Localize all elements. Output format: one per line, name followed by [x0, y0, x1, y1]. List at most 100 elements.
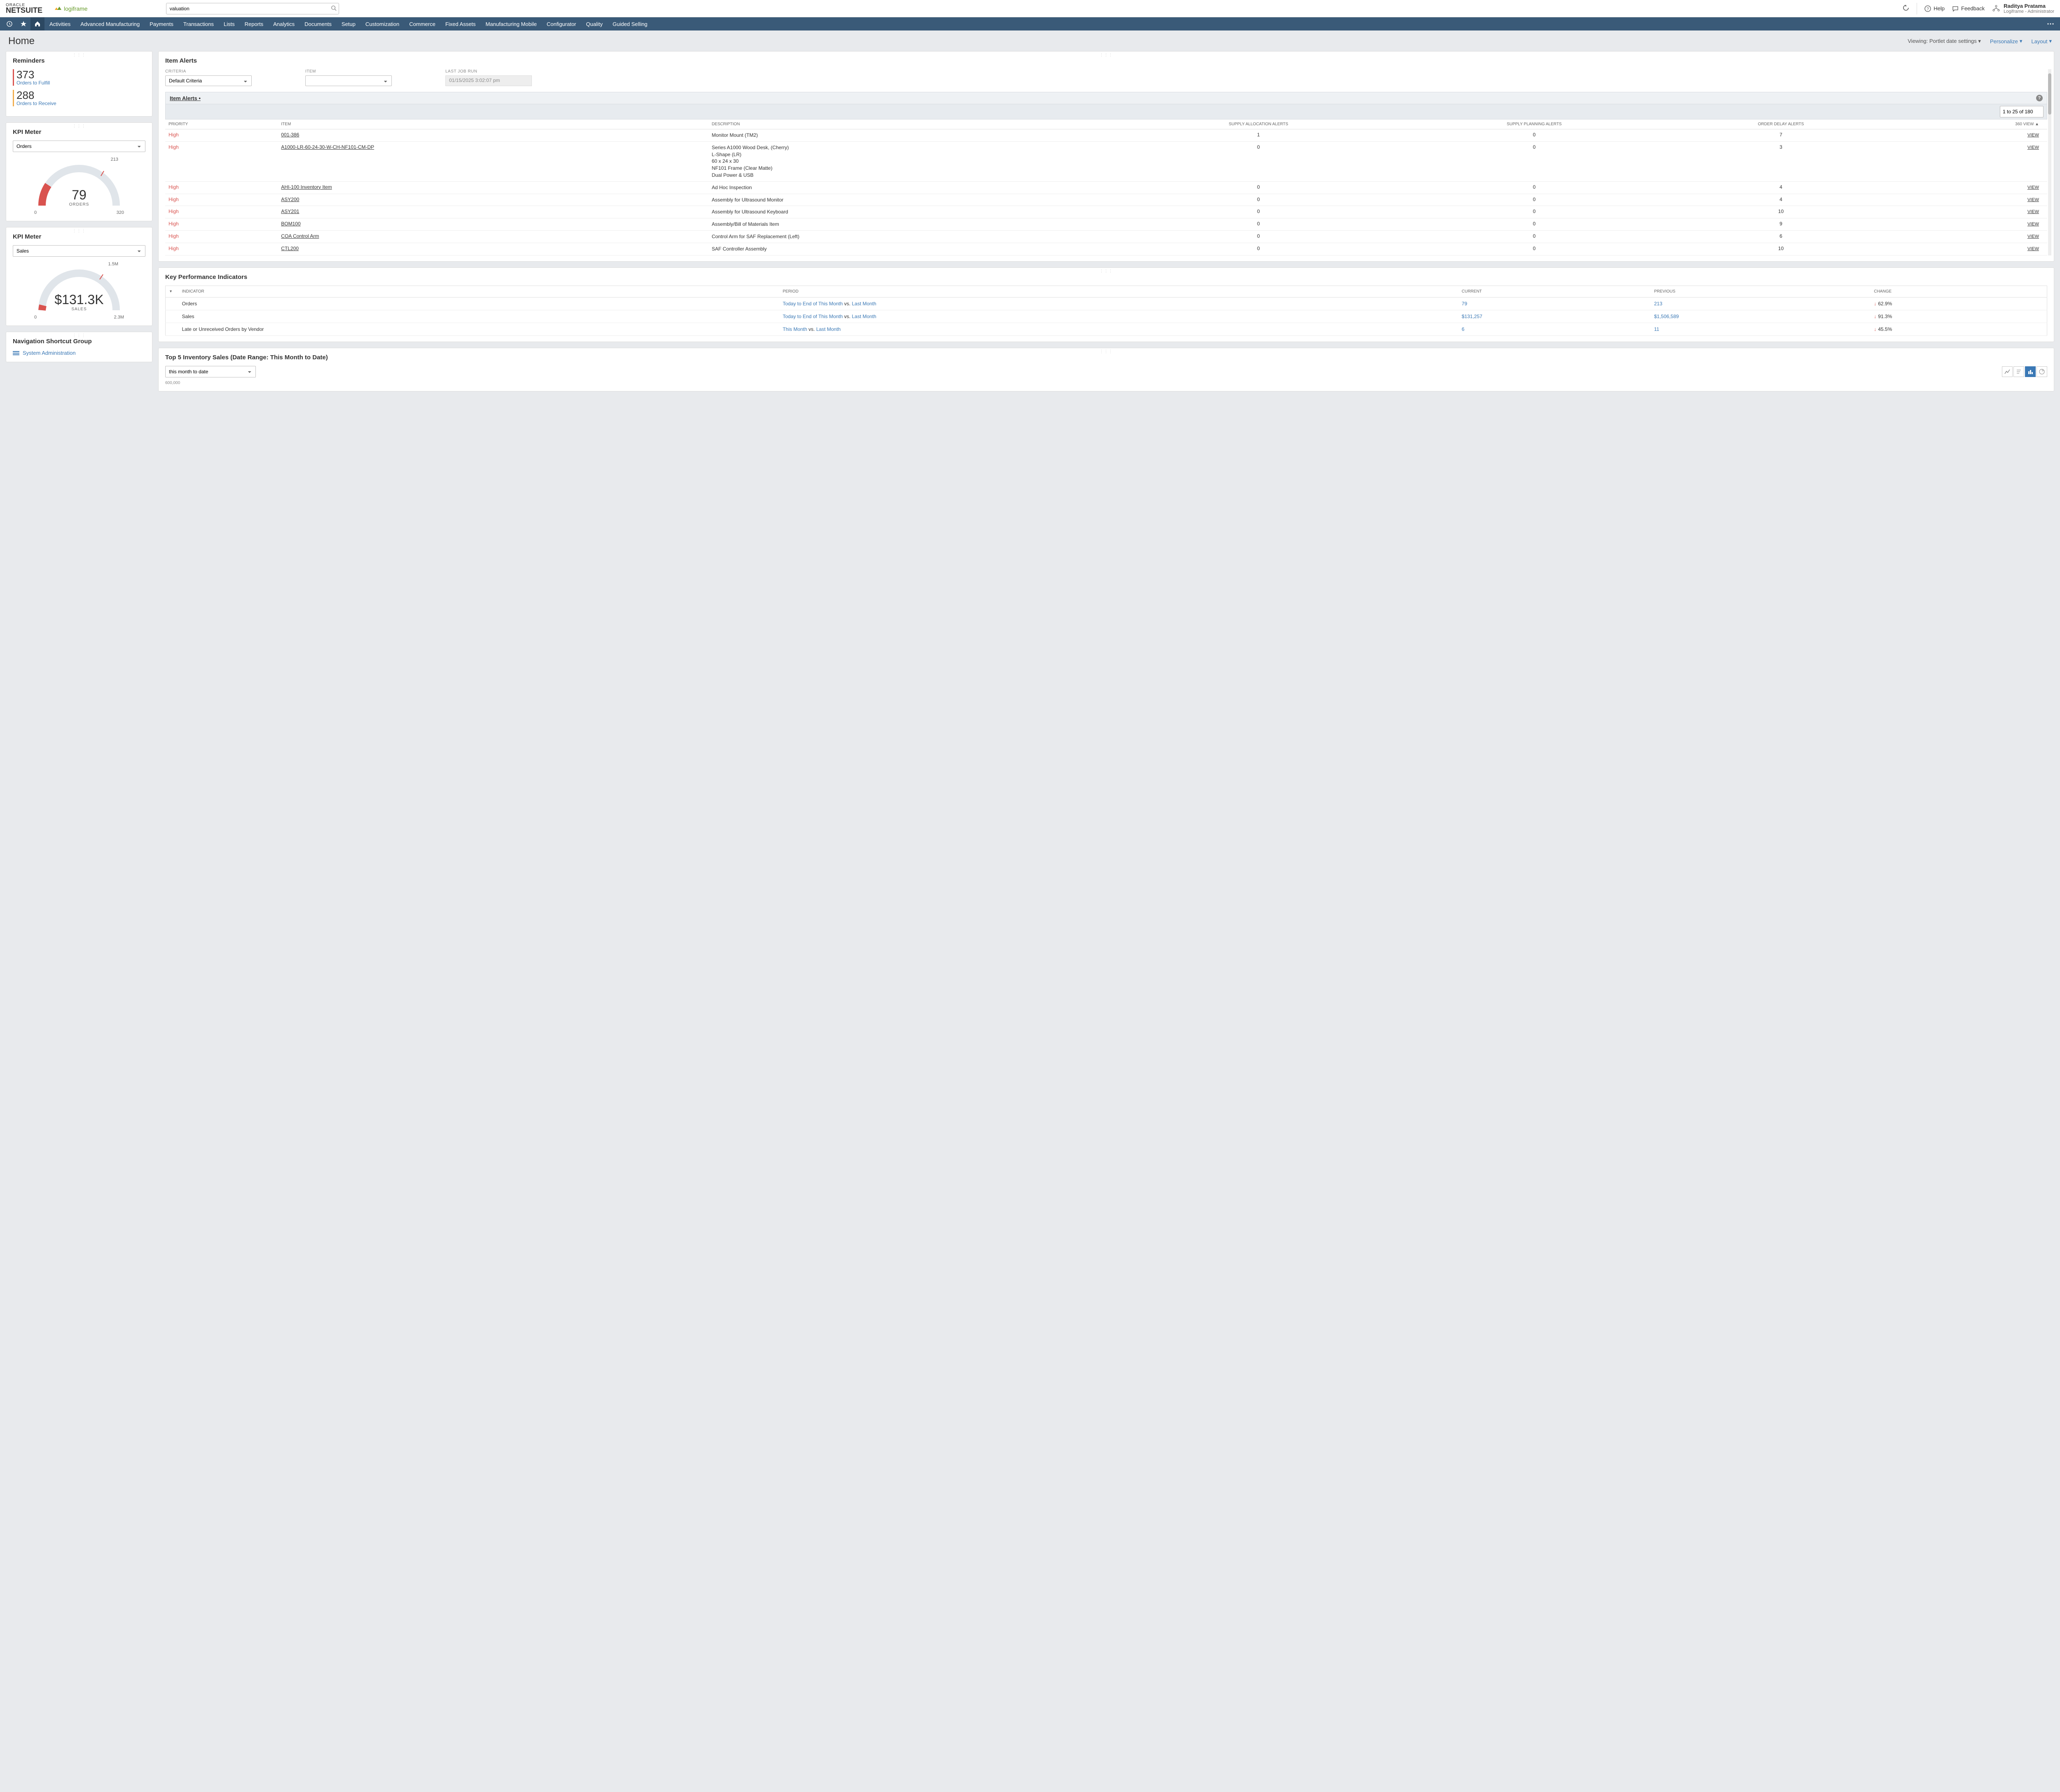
nav-more-icon[interactable]: [2044, 17, 2058, 30]
kpi-metric-select[interactable]: Orders: [13, 141, 145, 152]
drag-handle-icon[interactable]: ⋮⋮⋮: [73, 333, 86, 338]
period-link[interactable]: This Month: [783, 326, 807, 332]
drag-handle-icon[interactable]: ⋮⋮⋮: [1100, 53, 1113, 57]
view-link[interactable]: VIEW: [2027, 222, 2039, 227]
drag-handle-icon[interactable]: ⋮⋮⋮: [73, 124, 86, 129]
viewing-label[interactable]: Viewing: Portlet date settings ▾: [1908, 38, 1981, 45]
view-link[interactable]: VIEW: [2027, 197, 2039, 202]
view-link[interactable]: VIEW: [2027, 246, 2039, 251]
indicator-cell: Sales: [178, 310, 779, 323]
item-link[interactable]: ASY201: [281, 208, 299, 214]
chart-list-icon[interactable]: [2013, 366, 2024, 377]
nav-item-manufacturing-mobile[interactable]: Manufacturing Mobile: [481, 17, 542, 30]
nav-item-transactions[interactable]: Transactions: [178, 17, 219, 30]
nav-item-analytics[interactable]: Analytics: [268, 17, 300, 30]
view-link[interactable]: VIEW: [2027, 209, 2039, 214]
description-cell: Assembly for Ultrasound Keyboard: [708, 206, 1116, 218]
top5-portlet: ⋮⋮⋮ Top 5 Inventory Sales (Date Range: T…: [158, 348, 2054, 391]
nav-item-quality[interactable]: Quality: [581, 17, 607, 30]
table-header[interactable]: 360 VIEW ▲: [1895, 119, 2047, 129]
reminder-row[interactable]: 288Orders to Receive: [13, 90, 145, 106]
item-alerts-table: PRIORITYITEMDESCRIPTIONSUPPLY ALLOCATION…: [165, 119, 2047, 255]
description-cell: SAF Controller Assembly: [708, 243, 1116, 255]
pager-select[interactable]: 1 to 25 of 180: [2000, 106, 2044, 117]
layout-link[interactable]: Layout ▾: [2031, 38, 2052, 45]
nav-item-reports[interactable]: Reports: [240, 17, 269, 30]
chart-line-icon[interactable]: [2002, 366, 2013, 377]
view-link[interactable]: VIEW: [2027, 145, 2039, 150]
nav-item-fixed-assets[interactable]: Fixed Assets: [440, 17, 481, 30]
drag-handle-icon[interactable]: ⋮⋮⋮: [1100, 349, 1113, 354]
view-link[interactable]: VIEW: [2027, 133, 2039, 138]
help-link[interactable]: ? Help: [1924, 5, 1945, 12]
item-link[interactable]: ASY200: [281, 197, 299, 202]
nav-item-activities[interactable]: Activities: [44, 17, 75, 30]
table-header[interactable]: ORDER DELAY ALERTS: [1667, 119, 1895, 129]
period-link[interactable]: Today to End of This Month: [783, 314, 843, 319]
period-link[interactable]: Last Month: [816, 326, 840, 332]
nav-item-advanced-manufacturing[interactable]: Advanced Manufacturing: [75, 17, 145, 30]
priority-cell: High: [165, 129, 278, 142]
chart-bar-icon[interactable]: [2025, 366, 2036, 377]
kpi-current[interactable]: $131,257: [1462, 314, 1482, 319]
item-link[interactable]: COA Control Arm: [281, 233, 319, 239]
chart-pie-icon[interactable]: [2037, 366, 2047, 377]
item-link[interactable]: AHI-100 Inventory Item: [281, 184, 332, 190]
nav-item-payments[interactable]: Payments: [145, 17, 178, 30]
nav-item-documents[interactable]: Documents: [300, 17, 337, 30]
item-select[interactable]: [305, 75, 392, 86]
date-range-select[interactable]: this month to date: [165, 366, 256, 377]
favorites-icon[interactable]: [16, 17, 30, 30]
drag-handle-icon[interactable]: ⋮⋮⋮: [1100, 269, 1113, 274]
nav-item-configurator[interactable]: Configurator: [542, 17, 581, 30]
kpi-previous[interactable]: 213: [1654, 301, 1662, 307]
item-link[interactable]: CTL200: [281, 246, 299, 251]
system-admin-link[interactable]: System Administration: [13, 350, 145, 356]
chart-axis-label: 600,000: [165, 381, 2047, 385]
feedback-link[interactable]: Feedback: [1952, 5, 1985, 12]
search-icon[interactable]: [331, 5, 337, 12]
item-link[interactable]: A1000-LR-60-24-30-W-CH-NF101-CM-DP: [281, 144, 374, 150]
drag-handle-icon[interactable]: ⋮⋮⋮: [73, 53, 86, 57]
personalize-link[interactable]: Personalize ▾: [1990, 38, 2022, 45]
table-header[interactable]: SUPPLY PLANNING ALERTS: [1401, 119, 1667, 129]
nav-item-customization[interactable]: Customization: [360, 17, 404, 30]
priority-cell: High: [165, 230, 278, 243]
reminder-row[interactable]: 373Orders to Fulfill: [13, 69, 145, 86]
nav-item-setup[interactable]: Setup: [337, 17, 360, 30]
reminder-label[interactable]: Orders to Receive: [16, 101, 145, 106]
drag-handle-icon[interactable]: ⋮⋮⋮: [73, 229, 86, 233]
table-header[interactable]: PRIORITY: [165, 119, 278, 129]
table-header[interactable]: DESCRIPTION: [708, 119, 1116, 129]
table-header[interactable]: ITEM: [278, 119, 708, 129]
nav-item-lists[interactable]: Lists: [219, 17, 240, 30]
period-link[interactable]: Last Month: [852, 301, 876, 307]
view-link[interactable]: VIEW: [2027, 185, 2039, 190]
item-link[interactable]: 001-386: [281, 132, 299, 138]
kpi-metric-select[interactable]: Sales: [13, 245, 145, 257]
search-input[interactable]: [166, 3, 339, 14]
help-icon[interactable]: ?: [2036, 95, 2043, 101]
home-icon[interactable]: [30, 17, 44, 30]
kpi-previous[interactable]: 11: [1654, 326, 1659, 332]
nav-item-guided-selling[interactable]: Guided Selling: [608, 17, 653, 30]
nav-item-commerce[interactable]: Commerce: [404, 17, 440, 30]
chevron-down-icon: ▾: [2020, 38, 2023, 45]
table-header[interactable]: SUPPLY ALLOCATION ALERTS: [1116, 119, 1401, 129]
chevron-down-icon[interactable]: ▾: [170, 289, 172, 294]
period-link[interactable]: Today to End of This Month: [783, 301, 843, 307]
history-icon[interactable]: [2, 17, 16, 30]
item-link[interactable]: BOM100: [281, 221, 300, 227]
view-link[interactable]: VIEW: [2027, 234, 2039, 239]
user-menu[interactable]: Raditya Pratama Logiframe - Administrato…: [1992, 3, 2054, 14]
page-subheader: Home Viewing: Portlet date settings ▾ Pe…: [0, 30, 2060, 51]
kpi-current[interactable]: 6: [1462, 326, 1465, 332]
sync-icon[interactable]: [1903, 5, 1909, 12]
criteria-select[interactable]: Default Criteria: [165, 75, 252, 86]
chevron-down-icon: ▾: [2049, 38, 2052, 45]
kpi-previous[interactable]: $1,506,589: [1654, 314, 1679, 319]
reminder-label[interactable]: Orders to Fulfill: [16, 80, 145, 86]
kpi-current[interactable]: 79: [1462, 301, 1467, 307]
period-link[interactable]: Last Month: [852, 314, 876, 319]
scrollbar[interactable]: [2048, 69, 2051, 255]
